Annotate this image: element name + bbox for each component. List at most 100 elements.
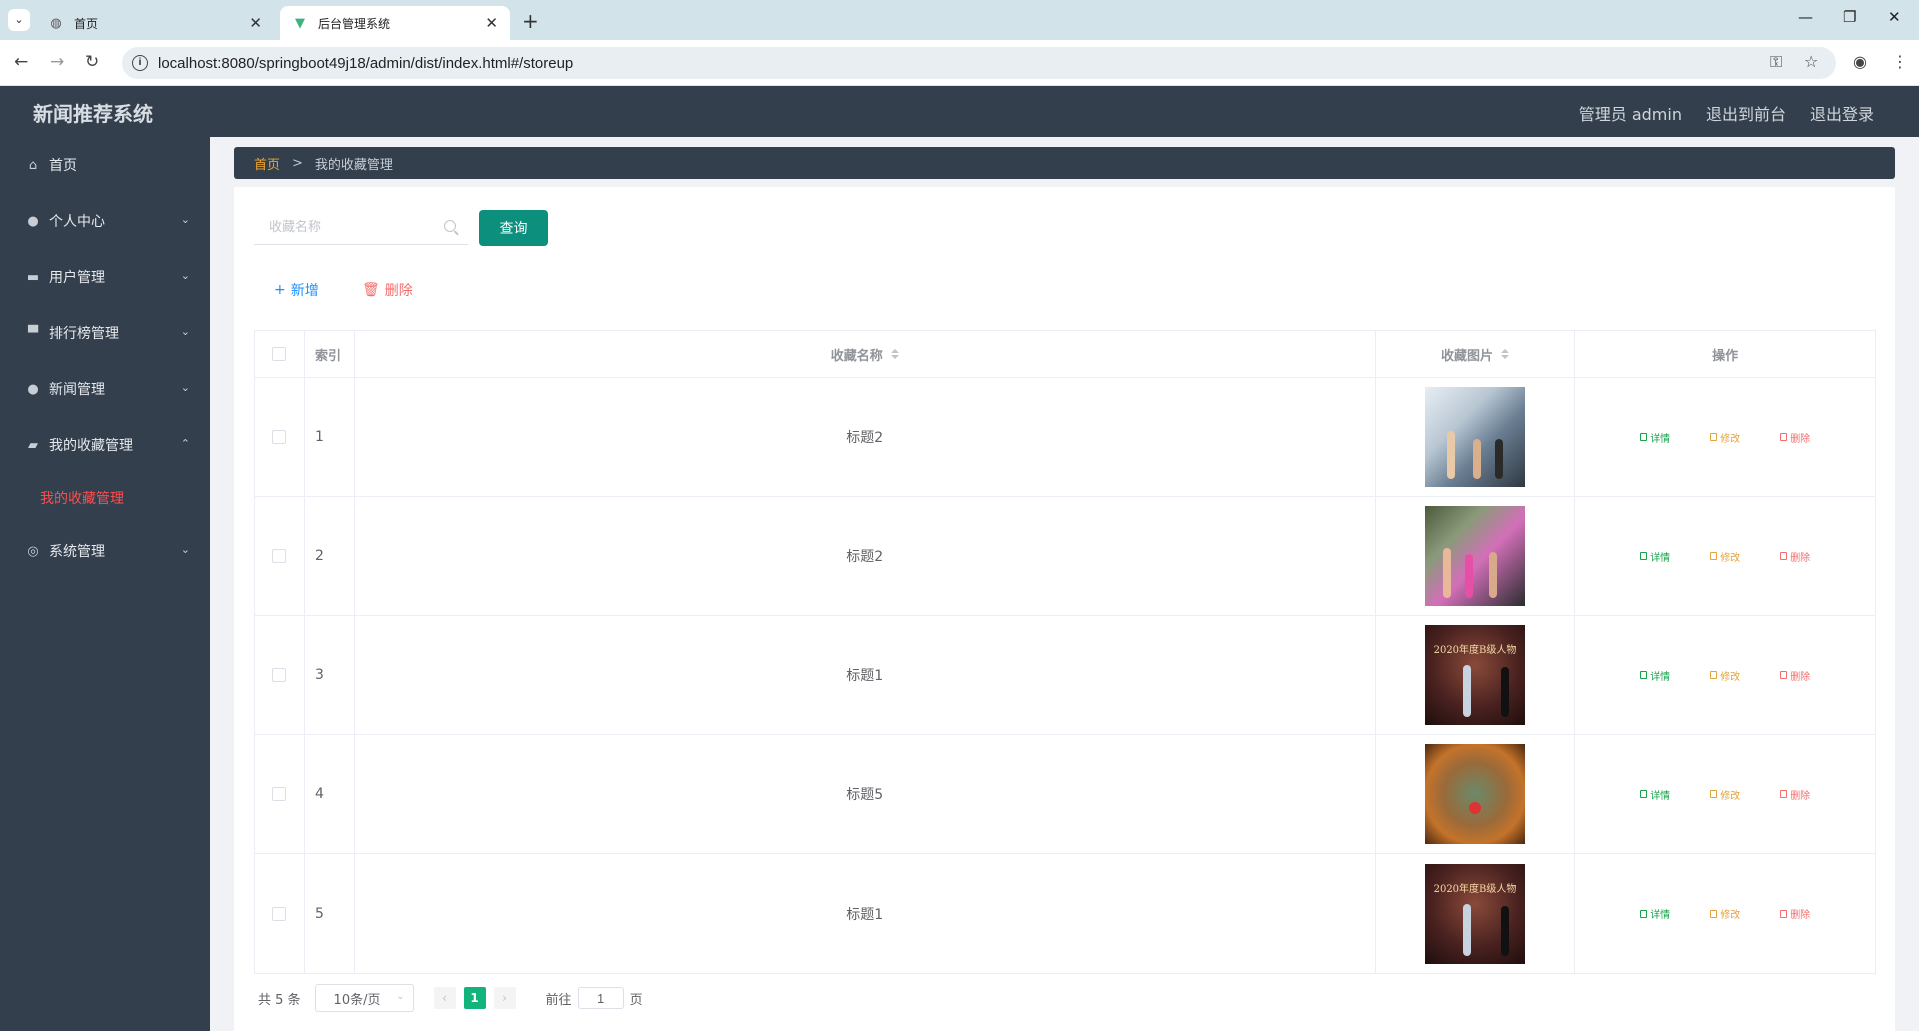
edit-button[interactable]: 修改 xyxy=(1710,430,1740,445)
sidebar-item-ranking[interactable]: ▀ 排行榜管理 ⌄ xyxy=(0,305,210,361)
sidebar-item-system[interactable]: ◎ 系统管理 ⌄ xyxy=(0,523,210,579)
row-checkbox[interactable] xyxy=(272,549,287,563)
close-icon[interactable]: ✕ xyxy=(249,14,262,32)
edit-button[interactable]: 修改 xyxy=(1710,787,1740,802)
header-name[interactable]: 收藏名称 xyxy=(355,331,1376,377)
browser-tab-home[interactable]: ◍ 首页 ✕ xyxy=(36,6,274,40)
award-stage-photo[interactable]: 2020年度B级人物 xyxy=(1425,625,1525,725)
password-key-icon[interactable]: ⚿ xyxy=(1770,52,1782,72)
sidebar-item-favorites[interactable]: ▰ 我的收藏管理 ⌃ xyxy=(0,417,210,473)
row-name: 标题1 xyxy=(355,854,1376,973)
row-checkbox[interactable] xyxy=(272,668,287,682)
goto-suffix: 页 xyxy=(629,992,643,1008)
detail-label: 详情 xyxy=(1650,910,1671,921)
breadcrumb-home[interactable]: 首页 xyxy=(254,154,280,173)
current-page[interactable]: 1 xyxy=(463,987,486,1009)
browser-tab-admin[interactable]: ▼ 后台管理系统 ✕ xyxy=(280,6,510,40)
award-stage-photo[interactable]: 2020年度B级人物 xyxy=(1425,863,1525,964)
back-to-front-link[interactable]: 退出到前台 xyxy=(1706,101,1786,125)
ticket-icon: ▰ xyxy=(28,437,38,453)
bronze-mask-photo[interactable] xyxy=(1425,744,1525,844)
row-index: 1 xyxy=(305,378,355,496)
delete-button[interactable]: 删除 xyxy=(1780,906,1810,921)
delete-button[interactable]: 删除 xyxy=(1780,668,1810,683)
add-button[interactable]: + 新增 xyxy=(274,280,319,300)
more-menu-icon[interactable]: ⋮ xyxy=(1892,52,1908,71)
sidebar-subitem-favorites[interactable]: 我的收藏管理 xyxy=(0,473,210,523)
page-size-value: 10条/页 xyxy=(333,992,381,1008)
bookmark-star-icon[interactable]: ☆ xyxy=(1804,52,1818,71)
edit-button[interactable]: 修改 xyxy=(1710,906,1740,921)
sidebar-item-users[interactable]: ▬ 用户管理 ⌄ xyxy=(0,249,210,305)
sort-caret-icon[interactable] xyxy=(890,349,899,359)
sidebar-item-news[interactable]: ● 新闻管理 ⌄ xyxy=(0,361,210,417)
row-checkbox[interactable] xyxy=(272,787,287,801)
restore-icon[interactable]: ❐ xyxy=(1843,8,1856,26)
window-close-icon[interactable]: ✕ xyxy=(1888,8,1901,26)
edit-button[interactable]: 修改 xyxy=(1710,549,1740,564)
next-page-button[interactable]: › xyxy=(493,987,516,1009)
back-arrow-icon[interactable]: ← xyxy=(14,52,28,72)
breadcrumb: 首页 > 我的收藏管理 xyxy=(234,147,1895,179)
sidebar-item-label: 个人中心 xyxy=(49,214,105,230)
gym-women-photo[interactable] xyxy=(1425,506,1525,606)
sidebar-item-home[interactable]: ⌂ 首页 xyxy=(0,137,210,193)
query-button[interactable]: 查询 xyxy=(479,210,548,246)
row-check-cell xyxy=(255,378,305,496)
delete-button-label: 删除 xyxy=(384,283,413,299)
new-tab-icon[interactable]: + xyxy=(522,9,539,33)
delete-button[interactable]: 删除 xyxy=(1780,430,1810,445)
goto-page-input[interactable] xyxy=(577,987,624,1009)
header-ops: 操作 xyxy=(1712,348,1739,364)
search-input[interactable] xyxy=(269,219,439,234)
sidebar-item-personal[interactable]: ● 个人中心 ⌄ xyxy=(0,193,210,249)
row-checkbox[interactable] xyxy=(272,430,287,444)
detail-label: 详情 xyxy=(1650,552,1671,564)
gym-cycling-photo[interactable] xyxy=(1425,387,1525,487)
logout-link[interactable]: 退出登录 xyxy=(1810,101,1874,125)
tab-label: 首页 xyxy=(74,16,99,31)
edit-button[interactable]: 修改 xyxy=(1710,668,1740,683)
url-field[interactable]: i localhost:8080/springboot49j18/admin/d… xyxy=(122,47,1836,79)
chevron-down-icon: ⌄ xyxy=(180,325,190,338)
site-info-icon[interactable]: i xyxy=(132,55,148,71)
edit-label: 修改 xyxy=(1720,433,1741,445)
row-check-cell xyxy=(255,854,305,973)
row-image-cell: 2020年度B级人物 xyxy=(1376,854,1576,973)
page-size-select[interactable]: 10条/页 ⌄ xyxy=(314,984,414,1012)
tab-search-dropdown-icon[interactable]: ⌄ xyxy=(8,9,30,31)
forward-arrow-icon[interactable]: → xyxy=(50,52,64,72)
prev-page-button[interactable]: ‹ xyxy=(433,987,456,1009)
monitor-icon: ▀ xyxy=(28,325,38,341)
pencil-icon xyxy=(1710,552,1718,560)
row-checkbox[interactable] xyxy=(272,906,287,921)
table-row: 3 标题1 2020年度B级人物 详情 修改 删除 xyxy=(255,616,1875,735)
trash-icon xyxy=(1780,909,1788,918)
search-field[interactable] xyxy=(254,209,468,245)
sort-caret-icon[interactable] xyxy=(1501,349,1509,359)
batch-delete-button[interactable]: 🗑 删除 xyxy=(362,280,413,300)
select-all-checkbox[interactable] xyxy=(272,347,287,361)
header-image[interactable]: 收藏图片 xyxy=(1376,331,1576,377)
close-icon[interactable]: ✕ xyxy=(485,14,498,32)
trash-icon xyxy=(1780,433,1788,441)
total-count: 共 5 条 xyxy=(258,992,301,1008)
reload-icon[interactable]: ↻ xyxy=(85,52,99,72)
trash-icon xyxy=(1780,790,1788,798)
minimize-icon[interactable]: — xyxy=(1798,8,1813,26)
delete-button[interactable]: 删除 xyxy=(1780,787,1810,802)
detail-button[interactable]: 详情 xyxy=(1640,906,1670,921)
delete-button[interactable]: 删除 xyxy=(1780,549,1810,564)
row-op-group: 详情 修改 删除 xyxy=(1640,549,1810,564)
detail-button[interactable]: 详情 xyxy=(1640,549,1670,564)
detail-button[interactable]: 详情 xyxy=(1640,787,1670,802)
detail-button[interactable]: 详情 xyxy=(1640,668,1670,683)
doc-icon xyxy=(1640,909,1648,918)
doc-icon xyxy=(1640,433,1648,441)
profile-icon[interactable]: ◉ xyxy=(1853,52,1867,71)
table-header-row: 索引 收藏名称 收藏图片 操作 xyxy=(255,331,1875,378)
header-actions: 管理员 admin 退出到前台 退出登录 xyxy=(1579,101,1874,125)
row-check-cell xyxy=(255,616,305,734)
detail-button[interactable]: 详情 xyxy=(1640,430,1670,445)
home-icon: ⌂ xyxy=(28,157,38,173)
